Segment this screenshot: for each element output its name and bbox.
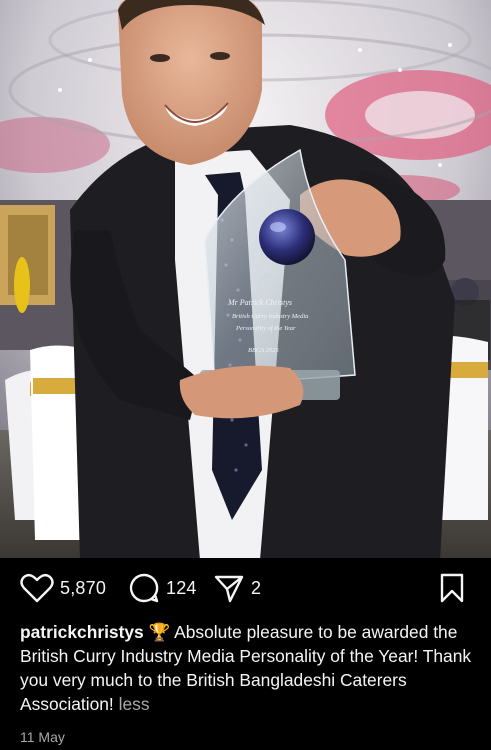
comment-button[interactable]: 124 (128, 568, 197, 608)
instagram-post: Mr Patrick Christys British Curry Indust… (0, 0, 491, 750)
post-date: 11 May (20, 729, 65, 745)
post-photo[interactable]: Mr Patrick Christys British Curry Indust… (0, 0, 491, 558)
trophy-text-title: Personality of the Year (235, 325, 296, 332)
post-actions-bar: 5,870 124 2 (0, 568, 491, 608)
post-caption: patrickchristys 🏆 Absolute pleasure to b… (20, 620, 476, 716)
save-button[interactable] (439, 568, 465, 608)
heart-icon[interactable] (20, 573, 54, 603)
trophy-emoji: 🏆 (148, 622, 171, 642)
caption-less-link[interactable]: less (119, 694, 150, 714)
trophy-text-name: Mr Patrick Christys (227, 298, 292, 307)
likes-count: 5,870 (60, 577, 107, 598)
comments-count: 124 (166, 577, 197, 598)
like-button[interactable]: 5,870 (20, 568, 106, 608)
caption-username[interactable]: patrickchristys (20, 622, 144, 642)
bookmark-icon[interactable] (439, 572, 465, 604)
share-button[interactable]: 2 (213, 568, 261, 608)
shares-count: 2 (251, 577, 262, 598)
share-icon[interactable] (213, 572, 245, 604)
trophy-text-award: British Curry Industry Media (232, 313, 308, 320)
trophy-text-year: BBCA 2025 (248, 347, 280, 354)
comment-icon[interactable] (128, 572, 160, 604)
